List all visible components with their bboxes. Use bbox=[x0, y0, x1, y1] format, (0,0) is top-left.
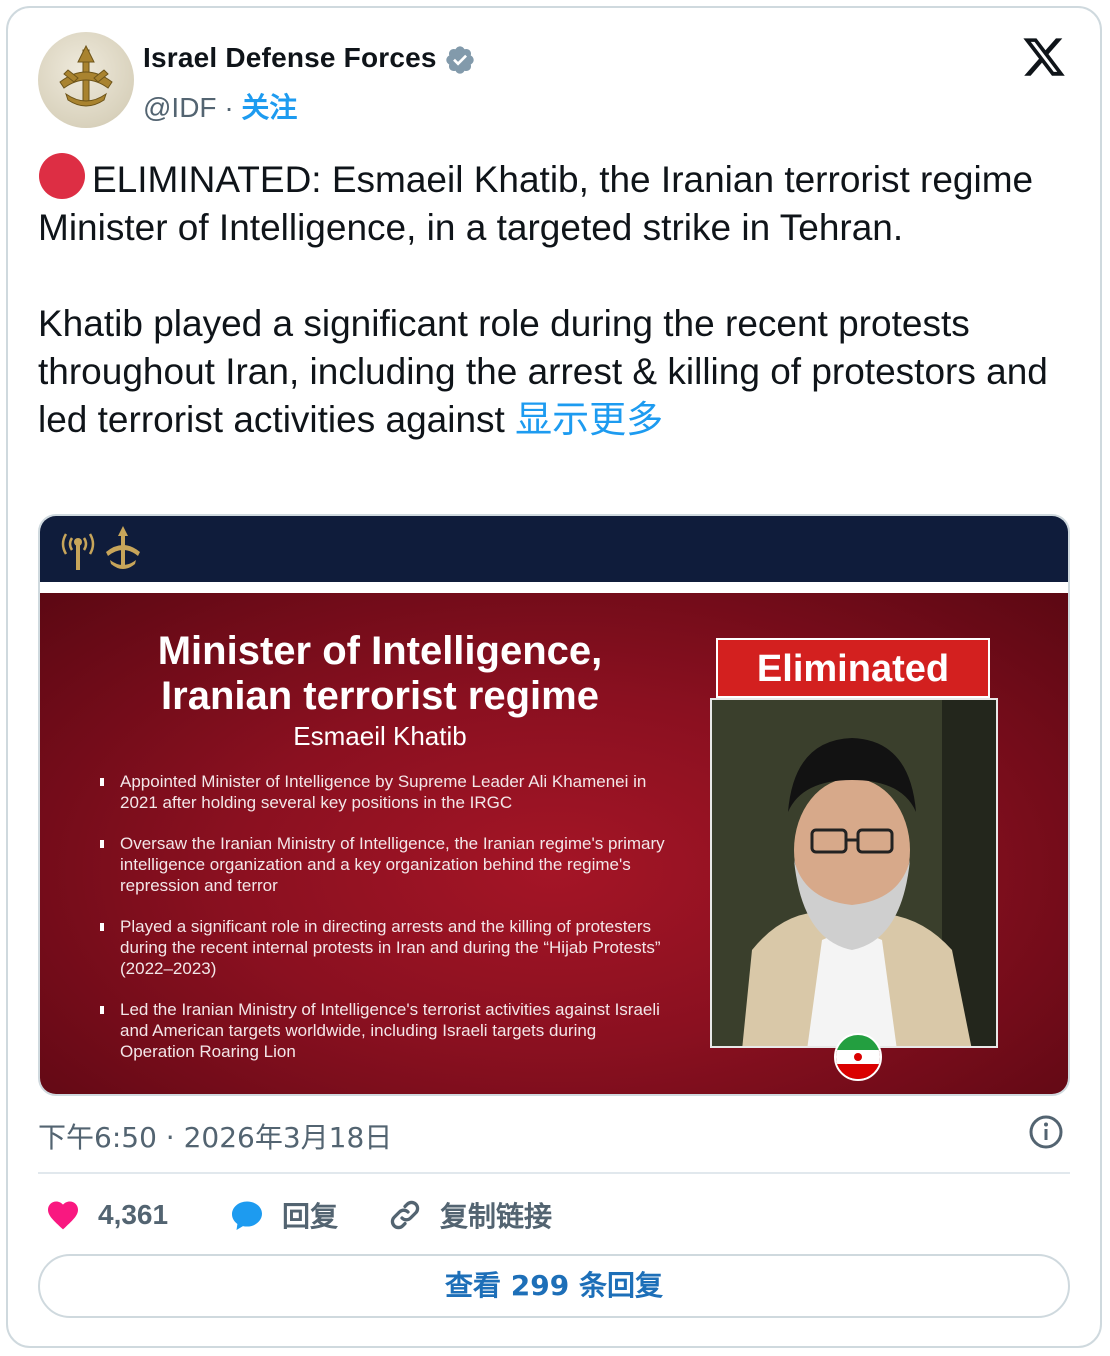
media-bullet: Led the Iranian Ministry of Intelligence… bbox=[98, 999, 668, 1062]
tweet-paragraph-2: Khatib played a significant role during … bbox=[38, 300, 1078, 444]
media-bullet: Oversaw the Iranian Ministry of Intellig… bbox=[98, 833, 668, 896]
media-header-bar bbox=[40, 516, 1068, 582]
like-count: 4,361 bbox=[98, 1199, 169, 1230]
tweet-media-image[interactable]: Minister of Intelligence, Iranian terror… bbox=[38, 514, 1070, 1096]
media-body: Minister of Intelligence, Iranian terror… bbox=[40, 593, 1068, 1094]
red-circle-icon bbox=[39, 153, 85, 199]
portrait-photo bbox=[710, 698, 998, 1048]
media-divider bbox=[40, 582, 1068, 593]
tweet-paragraph-1: ELIMINATED: Esmaeil Khatib, the Iranian … bbox=[38, 152, 1078, 252]
intelligence-corps-logo-icon bbox=[61, 533, 95, 570]
avatar[interactable] bbox=[38, 32, 134, 128]
flag-icon bbox=[834, 1033, 882, 1081]
show-more-link[interactable]: 显示更多 bbox=[515, 398, 663, 441]
media-title: Minister of Intelligence, Iranian terror… bbox=[157, 629, 603, 718]
link-icon bbox=[390, 1200, 420, 1230]
reply-icon bbox=[232, 1201, 262, 1230]
media-bullet: Appointed Minister of Intelligence by Su… bbox=[98, 771, 668, 813]
idf-emblem-icon bbox=[106, 526, 140, 569]
like-button[interactable]: 4,361 bbox=[44, 1190, 168, 1240]
timestamp[interactable]: 下午6:50 · 2026年3月18日 bbox=[38, 1116, 392, 1156]
handle-row: @IDF · 关注 bbox=[143, 86, 297, 126]
media-bullet: Played a significant role in directing a… bbox=[98, 916, 668, 979]
handle-separator: · bbox=[224, 92, 234, 123]
portrait-illustration bbox=[712, 700, 996, 1046]
verified-icon bbox=[446, 46, 474, 74]
divider bbox=[38, 1172, 1070, 1174]
author-name[interactable]: Israel Defense Forces bbox=[143, 42, 437, 74]
eliminated-badge: Eliminated bbox=[716, 638, 990, 698]
copy-link-label: 复制链接 bbox=[440, 1200, 553, 1233]
reply-button[interactable]: 回复 bbox=[228, 1190, 338, 1240]
tweet-text: ELIMINATED: Esmaeil Khatib, the Iranian … bbox=[38, 152, 1078, 444]
info-icon[interactable] bbox=[1028, 1114, 1064, 1150]
reply-label: 回复 bbox=[282, 1200, 339, 1233]
action-bar: 4,361 回复 复制链接 bbox=[38, 1190, 1070, 1240]
media-bullet-list: Appointed Minister of Intelligence by Su… bbox=[98, 771, 668, 1082]
media-subtitle: Esmaeil Khatib bbox=[293, 721, 467, 751]
copy-link-button[interactable]: 复制链接 bbox=[386, 1190, 552, 1240]
follow-button[interactable]: 关注 bbox=[241, 91, 297, 124]
author-handle[interactable]: @IDF bbox=[143, 92, 217, 123]
view-replies-button[interactable]: 查看 299 条回复 bbox=[38, 1254, 1070, 1318]
tweet-paragraph-1-text: ELIMINATED: Esmaeil Khatib, the Iranian … bbox=[38, 159, 1034, 248]
x-logo-icon[interactable] bbox=[1020, 34, 1068, 80]
idf-logo-icon bbox=[59, 44, 113, 107]
heart-icon bbox=[48, 1201, 78, 1230]
